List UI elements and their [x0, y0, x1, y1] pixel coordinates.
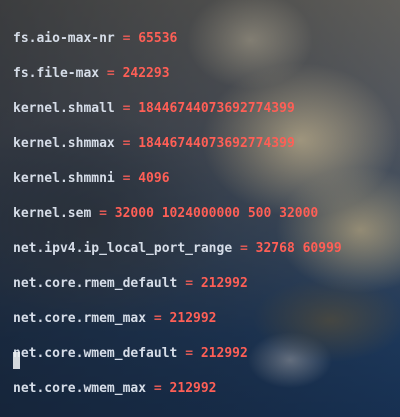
sysctl-key: kernel.shmmax [13, 136, 115, 151]
sysctl-value: 32000 1024000000 500 32000 [114, 206, 319, 221]
sysctl-equals: = [99, 66, 123, 81]
sysctl-value: 65536 [138, 31, 178, 46]
sysctl-value: 212992 [169, 311, 217, 326]
sysctl-key: net.ipv4.ip_local_port_range [13, 241, 233, 256]
sysctl-line-wmem-default: net.core.wmem_default = 212992 [13, 344, 393, 379]
sysctl-key: net.core.wmem_max [13, 381, 147, 396]
sysctl-equals: = [146, 311, 170, 326]
sysctl-equals: = [177, 346, 201, 361]
sysctl-key: kernel.shmmni [13, 171, 115, 186]
sysctl-key: fs.aio-max-nr [13, 31, 115, 46]
sysctl-equals: = [114, 31, 139, 46]
sysctl-value: 32768 60999 [255, 241, 342, 256]
text-cursor[interactable] [13, 352, 20, 369]
sysctl-line-shmall: kernel.shmall = 18446744073692774399 [13, 99, 393, 134]
sysctl-line-shmmni: kernel.shmmni = 4096 [13, 169, 393, 204]
sysctl-value: 242293 [122, 66, 170, 81]
sysctl-equals: = [146, 381, 170, 396]
sysctl-line-aio-max-nr: fs.aio-max-nr = 65536 [13, 29, 393, 64]
sysctl-value: 212992 [200, 276, 248, 291]
sysctl-equals: = [114, 101, 139, 116]
sysctl-line-shmmax: kernel.shmmax = 18446744073692774399 [13, 134, 393, 169]
sysctl-value: 4096 [138, 171, 170, 186]
sysctl-equals: = [114, 136, 139, 151]
sysctl-equals: = [114, 171, 139, 186]
sysctl-key: kernel.sem [13, 206, 92, 221]
sysctl-line-sem: kernel.sem = 32000 1024000000 500 32000 [13, 204, 393, 239]
sysctl-key: net.core.rmem_default [13, 276, 178, 291]
sysctl-line-ip-local-port-range: net.ipv4.ip_local_port_range = 32768 609… [13, 239, 393, 274]
sysctl-value: 212992 [169, 381, 217, 396]
sysctl-line-wmem-max: net.core.wmem_max = 212992 [13, 379, 393, 414]
sysctl-line-rmem-max: net.core.rmem_max = 212992 [13, 309, 393, 344]
sysctl-key: net.core.wmem_default [13, 346, 178, 361]
sysctl-value: 18446744073692774399 [138, 101, 295, 116]
sysctl-equals: = [91, 206, 115, 221]
sysctl-line-file-max: fs.file-max = 242293 [13, 64, 393, 99]
sysctl-key: net.core.rmem_max [13, 311, 147, 326]
sysctl-equals: = [177, 276, 201, 291]
sysctl-line-rmem-default: net.core.rmem_default = 212992 [13, 274, 393, 309]
sysctl-key: kernel.shmall [13, 101, 115, 116]
sysctl-value: 212992 [200, 346, 248, 361]
sysctl-equals: = [232, 241, 256, 256]
sysctl-value: 18446744073692774399 [138, 136, 295, 151]
sysctl-key: fs.file-max [13, 66, 100, 81]
terminal-output[interactable]: fs.aio-max-nr = 65536 fs.file-max = 2422… [13, 29, 393, 414]
